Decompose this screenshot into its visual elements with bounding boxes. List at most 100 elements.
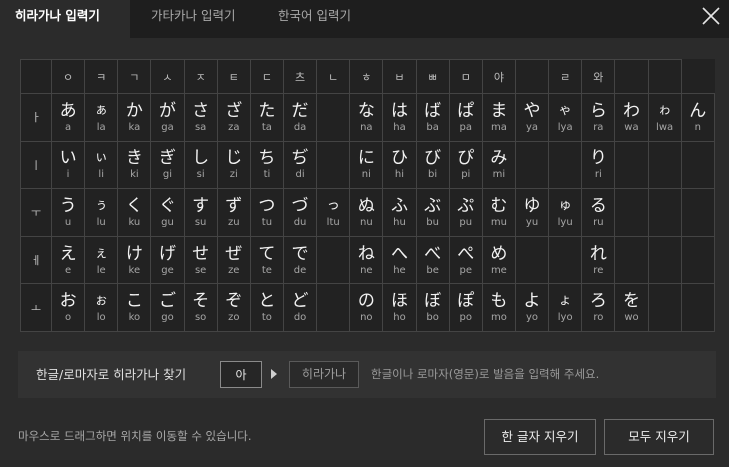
kana-cell[interactable]: や ya <box>514 93 550 142</box>
kana-cell[interactable]: ひ hi <box>382 140 417 190</box>
kana-cell[interactable]: く ku <box>117 188 152 237</box>
kana-cell[interactable]: ぉ lo <box>84 283 119 332</box>
empty-cell <box>614 140 649 190</box>
kana-cell[interactable]: け ke <box>117 235 152 285</box>
kana-cell[interactable]: ど do <box>282 283 318 332</box>
kana-cell[interactable]: ほ ho <box>382 283 417 332</box>
kana-cell[interactable]: へ he <box>382 235 417 285</box>
kana-romaji: te <box>261 264 272 276</box>
kana-cell[interactable]: め me <box>481 235 516 285</box>
kana-cell[interactable]: せ se <box>183 235 218 285</box>
kana-cell[interactable]: ぁ la <box>84 93 119 142</box>
kana-cell[interactable]: ゎ lwa <box>647 93 682 142</box>
empty-cell <box>680 140 715 190</box>
kana-cell[interactable]: も mo <box>481 283 516 332</box>
kana-romaji: si <box>196 169 205 181</box>
kana-cell[interactable]: っ ltu <box>316 188 351 237</box>
kana-cell[interactable]: じ zi <box>216 140 251 190</box>
kana-cell[interactable]: ゃ lya <box>548 93 583 142</box>
kana-cell[interactable]: ぎ gi <box>150 140 185 190</box>
kana-cell[interactable]: か ka <box>117 93 152 142</box>
kana-cell[interactable]: つ tu <box>249 188 284 237</box>
tab-hiragana[interactable]: 히라가나 입력기 <box>0 0 130 38</box>
kana-cell[interactable]: ば ba <box>415 93 450 142</box>
kana-cell[interactable]: あa <box>50 93 86 142</box>
tab-korean[interactable]: 한국어 입력기 <box>278 0 351 38</box>
kana-cell[interactable]: ぴ pi <box>448 140 483 190</box>
kana-cell[interactable]: だ da <box>282 93 318 142</box>
kana-cell[interactable]: ゆ yu <box>514 188 550 237</box>
kana-cell[interactable]: ず zu <box>216 188 251 237</box>
kana-cell[interactable]: ぞ zo <box>216 283 251 332</box>
kana-romaji: ke <box>128 264 141 276</box>
kana-cell[interactable]: べ be <box>415 235 450 285</box>
kana-cell[interactable]: わ wa <box>614 93 649 142</box>
kana-cell[interactable]: おo <box>50 283 86 332</box>
kana-cell[interactable]: す su <box>183 188 218 237</box>
kana-cell[interactable]: げ ge <box>150 235 185 285</box>
kana-cell[interactable]: る ru <box>581 188 616 237</box>
kana-cell[interactable]: び bi <box>415 140 450 190</box>
kana-cell[interactable]: で de <box>282 235 318 285</box>
kana-char: っ <box>326 197 340 213</box>
search-hint: 한글이나 로마자(영문)로 발음을 입력해 주세요. <box>371 367 600 381</box>
kana-cell[interactable]: き ki <box>117 140 152 190</box>
kana-cell[interactable]: づ du <box>282 188 318 237</box>
kana-cell[interactable]: ぬ nu <box>349 188 384 237</box>
kana-cell[interactable]: ぺ pe <box>448 235 483 285</box>
kana-cell[interactable]: ま ma <box>481 93 516 142</box>
kana-cell[interactable]: こ ko <box>117 283 152 332</box>
kana-romaji: ga <box>161 121 174 133</box>
kana-cell[interactable]: うu <box>50 188 86 237</box>
kana-cell[interactable]: が ga <box>150 93 185 142</box>
kana-cell[interactable]: た ta <box>249 93 284 142</box>
kana-cell[interactable]: し si <box>183 140 218 190</box>
kana-cell[interactable]: ゅ lyu <box>548 188 583 237</box>
kana-cell[interactable]: そ so <box>183 283 218 332</box>
kana-cell[interactable]: ぃ li <box>84 140 119 190</box>
kana-cell[interactable]: ぢ di <box>282 140 318 190</box>
kana-cell[interactable]: ら ra <box>581 93 616 142</box>
kana-cell[interactable]: ぅ lu <box>84 188 119 237</box>
kana-cell[interactable]: れ re <box>581 235 616 285</box>
kana-cell[interactable]: り ri <box>581 140 616 190</box>
kana-cell[interactable]: ね ne <box>349 235 384 285</box>
kana-cell[interactable]: て te <box>249 235 284 285</box>
kana-cell[interactable]: ろ ro <box>581 283 616 332</box>
empty-cell <box>316 140 351 190</box>
kana-cell[interactable]: んn <box>680 93 715 142</box>
kana-cell[interactable]: いi <box>50 140 86 190</box>
kana-cell[interactable]: ぼ bo <box>415 283 450 332</box>
kana-cell[interactable]: さ sa <box>183 93 218 142</box>
kana-cell[interactable]: ざ za <box>216 93 251 142</box>
delete-one-button[interactable]: 한 글자 지우기 <box>484 419 596 455</box>
kana-cell[interactable]: ぇ le <box>84 235 119 285</box>
kana-cell[interactable]: ぐ gu <box>150 188 185 237</box>
kana-cell[interactable]: ょ lyo <box>548 283 583 332</box>
kana-cell[interactable]: を wo <box>614 283 649 332</box>
kana-cell[interactable]: と to <box>249 283 284 332</box>
kana-cell[interactable]: ご go <box>150 283 185 332</box>
delete-all-button[interactable]: 모두 지우기 <box>604 419 714 455</box>
consonant-header: ㅂ <box>382 59 417 94</box>
kana-cell[interactable]: ぷ pu <box>448 188 483 237</box>
kana-cell[interactable]: ぜ ze <box>216 235 251 285</box>
kana-cell[interactable]: は ha <box>382 93 417 142</box>
kana-cell[interactable]: ぱ pa <box>448 93 483 142</box>
search-input[interactable] <box>220 361 262 388</box>
kana-cell[interactable]: ぶ bu <box>415 188 450 237</box>
kana-cell[interactable]: ふ hu <box>382 188 417 237</box>
kana-cell[interactable]: よ yo <box>514 283 550 332</box>
kana-cell[interactable]: み mi <box>481 140 516 190</box>
kana-cell[interactable]: に ni <box>349 140 384 190</box>
kana-cell[interactable]: ぽ po <box>448 283 483 332</box>
kana-cell[interactable]: な na <box>349 93 384 142</box>
close-button[interactable] <box>699 4 723 28</box>
kana-cell[interactable]: ち ti <box>249 140 284 190</box>
kana-cell[interactable]: の no <box>349 283 384 332</box>
kana-romaji: ki <box>130 169 139 181</box>
kana-char: べ <box>424 243 442 264</box>
kana-cell[interactable]: えe <box>50 235 86 285</box>
tab-katakana[interactable]: 가타카나 입력기 <box>151 0 235 38</box>
kana-cell[interactable]: む mu <box>481 188 516 237</box>
